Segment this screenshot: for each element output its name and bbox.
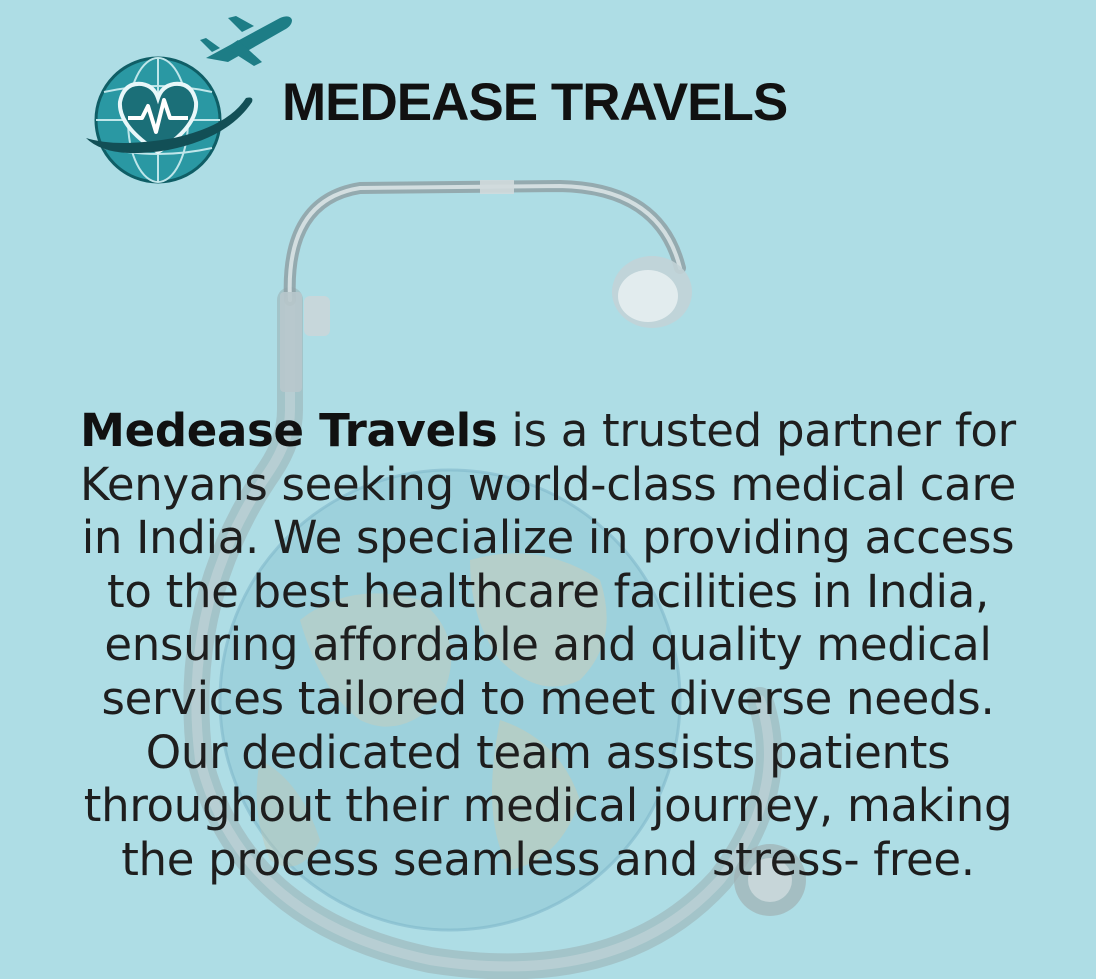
globe-heartbeat-plane-logo <box>86 16 292 184</box>
description-line-2: Kenyans seeking world-class medical care <box>79 457 1017 511</box>
description-line-1: Medease Travels is a trusted partner for <box>0 404 1096 458</box>
airplane-icon <box>200 16 292 66</box>
description-paragraph: Medease Travels is a trusted partner for… <box>0 404 1096 886</box>
earpiece-icon <box>612 256 692 328</box>
description-line-3: in India. We specialize in providing acc… <box>81 511 1015 565</box>
brand-title: MEDEASE TRAVELS <box>282 73 788 132</box>
brand-name-bold: Medease Travels <box>80 404 498 457</box>
description-line-6: services tailored to meet diverse needs. <box>101 671 995 725</box>
description-line-1-rest: is a trusted partner for <box>497 404 1016 457</box>
connector-icon <box>280 292 330 392</box>
description-line-8: throughout their medical journey, making <box>83 779 1013 833</box>
description-line-7: Our dedicated team assists patients <box>145 725 951 779</box>
description-line-9: the process seamless and stress- free. <box>121 832 975 886</box>
description-line-5: ensuring affordable and quality medical <box>104 618 992 672</box>
description-line-4: to the best healthcare facilities in Ind… <box>107 564 989 618</box>
poster: MEDEASE TRAVELS Medease Travels is a tru… <box>0 0 1096 979</box>
